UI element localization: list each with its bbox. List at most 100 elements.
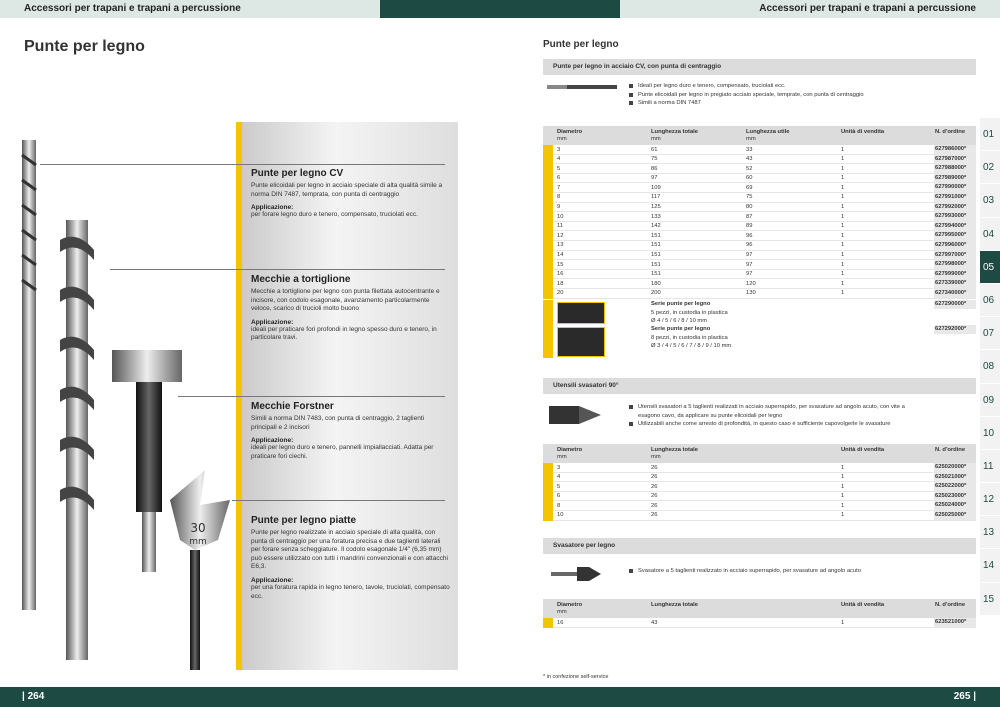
chapter-tab-14[interactable]: 14 — [980, 549, 1000, 583]
product-title: Punte per legno piatte — [251, 515, 357, 526]
chapter-tab-06[interactable]: 06 — [980, 283, 1000, 318]
set-order: 627292000* — [934, 325, 976, 334]
table-cell: 151 — [651, 242, 661, 249]
table-wood-countersink: Diametro mm Lunghezza totale Unità di ven… — [543, 599, 976, 628]
table-cell: 627999000* — [934, 269, 976, 279]
table-cell: 1 — [841, 194, 845, 201]
footnote: * in confezione self-service — [543, 674, 609, 680]
header-right: Accessori per trapani e trapani a percus… — [620, 0, 1000, 18]
row-marker — [543, 491, 553, 502]
chapter-tab-04[interactable]: 04 — [980, 217, 1000, 251]
chapter-tab-10[interactable]: 10 — [980, 416, 1000, 450]
row-marker — [543, 279, 553, 289]
table-cell: 52 — [746, 165, 753, 172]
chapter-tab-08[interactable]: 08 — [980, 350, 1000, 384]
chapter-tab-05[interactable]: 05 — [980, 250, 1000, 284]
col-header-unit: Unità di vendita — [841, 602, 885, 608]
table-row: 10 26 1 625025000* — [543, 510, 976, 521]
table-row: 13 151 96 1 627996000* — [543, 240, 976, 251]
table-cell: 87 — [746, 213, 753, 220]
table-cell: 180 — [651, 280, 661, 287]
table-cell: 151 — [651, 271, 661, 278]
row-marker — [543, 231, 553, 241]
set-order: 627290000* — [934, 300, 976, 309]
table-row: 15 151 97 1 627998000* — [543, 260, 976, 270]
chapter-tab-12[interactable]: 12 — [980, 483, 1000, 517]
table-cell: 97 — [651, 175, 658, 182]
leader-line-3 — [178, 396, 445, 397]
chapter-tab-03[interactable]: 03 — [980, 184, 1000, 218]
table-header: Diametro mm Lunghezza totale mm Unità di v… — [543, 444, 976, 463]
row-marker — [543, 618, 553, 628]
table-cell: 117 — [651, 194, 661, 201]
chapter-tab-09[interactable]: 09 — [980, 383, 1000, 417]
chapter-tab-01[interactable]: 01 — [980, 118, 1000, 152]
chapter-tabs: 01 02 03 04 05 06 07 08 09 10 11 12 13 14 15 — [980, 118, 1000, 616]
table-row: 4 75 43 1 627987000* — [543, 154, 976, 165]
table-cell: 627339000* — [934, 279, 976, 289]
table-row: 3 26 1 625020000* — [543, 463, 976, 473]
table-cell: 109 — [651, 184, 661, 191]
table-cell: 96 — [746, 242, 753, 249]
chapter-tab-02[interactable]: 02 — [980, 151, 1000, 185]
table-cell: 627987000* — [934, 154, 976, 164]
bullets-cv: Ideali per legno duro e tenero, compensa… — [629, 82, 864, 108]
bullets-wood-countersink: Svasatore a 5 taglienti realizzato in ac… — [629, 567, 861, 576]
bullets-countersink: Utensili svasatori a 5 taglienti realizz… — [629, 403, 919, 429]
table-cell: 4 — [557, 474, 561, 481]
row-marker — [543, 250, 553, 261]
row-marker — [543, 192, 553, 203]
row-marker — [543, 288, 553, 299]
drill-bits-illustration: 30 mm — [21, 140, 230, 670]
chapter-tab-07[interactable]: 07 — [980, 317, 1000, 351]
row-marker — [543, 173, 553, 184]
page-title-right: Punte per legno — [543, 39, 619, 50]
table-cell: 1 — [841, 156, 845, 163]
table-cell: 627997000* — [934, 250, 976, 260]
table-cell: 96 — [746, 232, 753, 239]
table-row: 6 97 60 1 627989000* — [543, 173, 976, 184]
table-cell: 69 — [746, 184, 753, 191]
table-cell: 1 — [841, 223, 845, 230]
table-row: 16 43 1 623521000* — [543, 618, 976, 628]
row-marker — [543, 221, 553, 232]
table-header: Diametro mm Lunghezza totale mm Lunghezza … — [543, 126, 976, 145]
row-marker — [543, 183, 553, 193]
table-cell: 8 — [557, 194, 561, 201]
table-cell: 625024000* — [934, 501, 976, 511]
col-header-total-length: Lunghezza totale — [651, 602, 699, 608]
table-cell: 12 — [557, 232, 564, 239]
col-header-unit: Unità di vendita — [841, 447, 885, 453]
table-row: 11 142 89 1 627994000* — [543, 221, 976, 232]
table-cell: 625023000* — [934, 491, 976, 501]
chapter-tab-15[interactable]: 15 — [980, 582, 1000, 616]
table-row: 14 151 97 1 627997000* — [543, 250, 976, 261]
table-row: 12 151 96 1 627995000* — [543, 231, 976, 241]
product-block-cv: Punte per legno CV Punte elicoidali per … — [251, 168, 451, 220]
wood-countersink-thumbnail — [551, 567, 601, 581]
table-cell: 1 — [841, 146, 845, 153]
row-marker — [543, 260, 553, 270]
application-text: per una foratura rapida in legno tenero,… — [251, 583, 450, 600]
table-cell: 151 — [651, 232, 661, 239]
table-cell: 627998000* — [934, 260, 976, 270]
table-cell: 627991000* — [934, 192, 976, 202]
product-title: Mecchie Forstner — [251, 401, 334, 412]
table-cell: 625022000* — [934, 482, 976, 492]
table-cell: 26 — [651, 512, 658, 519]
table-cell: 623521000* — [934, 618, 976, 627]
set-sizes: Ø 3 / 4 / 5 / 6 / 7 / 8 / 9 / 10 mm — [651, 343, 732, 349]
table-cell: 142 — [651, 223, 661, 230]
chapter-tab-11[interactable]: 11 — [980, 449, 1000, 484]
application-label: Applicazione: — [251, 576, 294, 584]
page-number-right: 265 | — [500, 687, 1000, 707]
table-cell: 1 — [841, 619, 845, 626]
table-cell: 75 — [746, 194, 753, 201]
chapter-tab-13[interactable]: 13 — [980, 516, 1000, 550]
table-cell: 26 — [651, 493, 658, 500]
countersink-thumbnail — [549, 406, 601, 424]
table-cell: 6 — [557, 493, 561, 500]
table-cell: 61 — [651, 146, 658, 153]
section-title-countersink: Utensili svasatori 90° — [543, 378, 976, 394]
page-number-left: | 264 — [0, 687, 500, 707]
